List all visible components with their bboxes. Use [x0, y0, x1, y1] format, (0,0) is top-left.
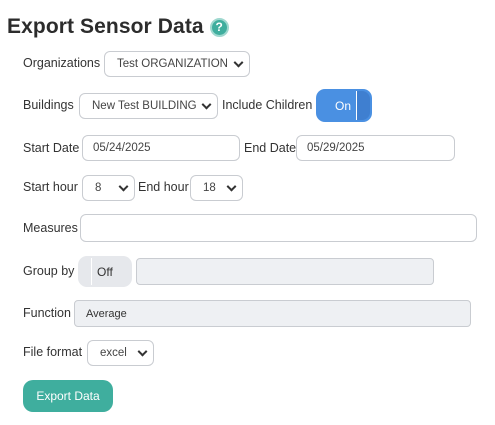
page-title-text: Export Sensor Data	[7, 15, 204, 38]
end-date-value: 05/29/2025	[307, 142, 365, 154]
start-date-label: Start Date	[23, 141, 80, 155]
export-data-button[interactable]: Export Data	[23, 380, 113, 412]
measures-input[interactable]	[80, 214, 477, 242]
start-date-value: 05/24/2025	[93, 142, 151, 154]
chevron-down-icon	[226, 181, 237, 192]
end-date-label: End Date	[244, 141, 297, 155]
function-label: Function	[23, 306, 71, 320]
organizations-select[interactable]: Test ORGANIZATION	[104, 51, 250, 77]
end-date-input[interactable]: 05/29/2025	[296, 135, 455, 161]
group-by-label: Group by	[23, 264, 75, 278]
page-title: Export Sensor Data ?	[7, 15, 229, 39]
organizations-select-value: Test ORGANIZATION	[117, 58, 228, 70]
file-format-select[interactable]: excel	[87, 340, 154, 366]
include-children-toggle-state: On	[335, 98, 352, 113]
measures-label: Measures	[23, 221, 78, 235]
buildings-label: Buildings	[23, 98, 74, 112]
file-format-value: excel	[100, 347, 127, 359]
file-format-label: File format	[23, 345, 83, 359]
function-select[interactable]: Average	[74, 300, 471, 327]
chevron-down-icon	[233, 57, 244, 68]
chevron-down-icon	[137, 346, 148, 357]
include-children-toggle[interactable]: On	[316, 89, 372, 122]
chevron-down-icon	[118, 181, 129, 192]
start-hour-select[interactable]: 8	[82, 175, 135, 201]
buildings-select-value: New Test BUILDING	[92, 100, 197, 112]
function-value: Average	[86, 307, 127, 320]
include-children-label: Include Children	[222, 98, 313, 112]
group-by-field[interactable]	[136, 258, 434, 285]
end-hour-value: 18	[203, 182, 216, 194]
toggle-knob	[356, 91, 370, 120]
group-by-toggle[interactable]: Off	[78, 256, 132, 287]
help-icon[interactable]: ?	[209, 17, 229, 37]
start-hour-label: Start hour	[23, 180, 78, 194]
toggle-knob	[80, 258, 92, 285]
start-date-input[interactable]: 05/24/2025	[82, 135, 240, 161]
start-hour-value: 8	[95, 182, 102, 194]
end-hour-label: End hour	[138, 180, 189, 194]
group-by-toggle-state: Off	[97, 264, 113, 279]
buildings-select[interactable]: New Test BUILDING	[79, 93, 218, 119]
end-hour-select[interactable]: 18	[190, 175, 243, 201]
organizations-label: Organizations	[23, 56, 101, 70]
chevron-down-icon	[201, 99, 212, 110]
